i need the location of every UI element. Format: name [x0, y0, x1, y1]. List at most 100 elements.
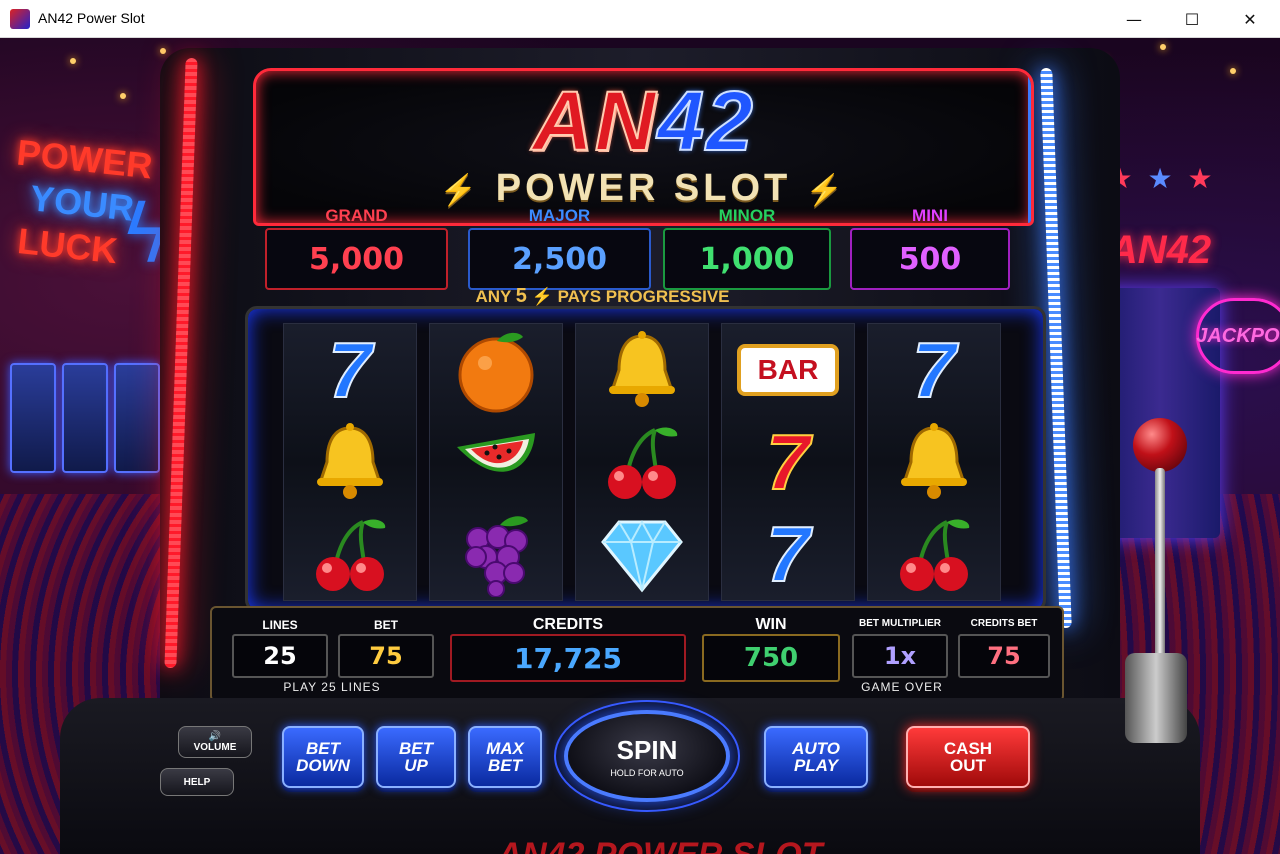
win-label: WIN	[755, 616, 787, 633]
btn-line: MAX	[486, 739, 524, 758]
minimize-button[interactable]: —	[1105, 0, 1163, 38]
maximize-button[interactable]: ☐	[1163, 0, 1221, 38]
cherry-icon	[576, 416, 708, 508]
background-slot-machines	[10, 363, 160, 473]
btn-line: PLAY	[793, 756, 839, 775]
grapes-icon	[430, 508, 562, 600]
game-scene: POWER YOUR LUCK ϟ ★ ★ ★ AN42 JACKPOT AN4…	[0, 38, 1280, 854]
app-icon	[10, 9, 30, 29]
star-icon: ★	[1187, 161, 1213, 195]
diamond-icon	[576, 508, 708, 600]
bet-up-button[interactable]: BET UP	[376, 726, 456, 788]
jackpot-neon-sign: JACKPOT	[1196, 298, 1280, 374]
jackpot-major: MAJOR 2,500	[468, 206, 651, 290]
btn-line: UP	[404, 756, 428, 775]
jackpot-value: 5,000	[265, 228, 448, 290]
ceiling-light	[160, 48, 166, 54]
reel-1: 7	[283, 323, 417, 601]
banner-number: 5	[515, 285, 527, 307]
credits-value: 17,725	[450, 634, 686, 682]
bottom-logo: AN42 POWER SLOT	[380, 836, 940, 854]
bet-value: 75	[338, 634, 434, 678]
max-bet-button[interactable]: MAX BET	[468, 726, 542, 788]
btn-line: BET	[306, 739, 340, 758]
jackpot-label: MAJOR	[528, 206, 591, 225]
play-lines-text: PLAY 25 LINES	[283, 680, 381, 694]
multiplier-label: BET MULTIPLIER	[858, 618, 942, 629]
banner-text: ANY	[475, 287, 512, 306]
jackpot-mini: MINI 500	[850, 206, 1010, 290]
cash-out-button[interactable]: CASH OUT	[906, 726, 1030, 788]
ceiling-light	[70, 58, 76, 64]
btn-line: BET	[488, 756, 522, 775]
btn-line: DOWN	[296, 756, 350, 775]
seven-red-icon: 7	[765, 417, 810, 507]
lever-base	[1125, 653, 1187, 743]
jackpot-value: 1,000	[663, 228, 831, 290]
banner-text: PAYS PROGRESSIVE	[557, 287, 730, 306]
seven-blue-icon: 7	[327, 325, 372, 415]
ceiling-light	[120, 93, 126, 99]
credits-label: CREDITS	[532, 616, 604, 633]
ceiling-light	[1230, 68, 1236, 74]
lines-value: 25	[232, 634, 328, 678]
logo-42: 42	[656, 74, 755, 168]
seven-blue-icon: 7	[765, 509, 810, 599]
credits-bet-label: CREDITS BET	[970, 618, 1038, 629]
logo-subtitle: POWER SLOT	[495, 167, 792, 209]
logo-an: AN	[531, 74, 658, 168]
orange-icon	[430, 324, 562, 416]
bolt-icon: ⚡	[439, 174, 482, 207]
lever-rod	[1155, 468, 1165, 678]
cherry-icon	[284, 508, 416, 600]
jackpot-value: 2,500	[468, 228, 651, 290]
spin-sublabel: HOLD FOR AUTO	[610, 767, 684, 778]
reel-3	[575, 323, 709, 601]
lever-knob[interactable]	[1133, 418, 1187, 472]
win-value: 750	[702, 634, 840, 682]
lines-label: LINES	[262, 618, 298, 632]
jackpot-label: MINI	[912, 206, 948, 225]
bolt-icon: ⚡	[805, 174, 848, 207]
bell-icon	[868, 416, 1000, 508]
watermelon-icon	[430, 416, 562, 508]
jackpot-label: GRAND	[325, 206, 388, 225]
reel-2	[429, 323, 563, 601]
speaker-icon: 🔊	[208, 731, 222, 742]
seven-blue-icon: 7	[911, 325, 956, 415]
bolt-icon: ⚡	[531, 287, 553, 306]
star-icon: ★	[1147, 161, 1173, 195]
btn-line: BET	[399, 739, 433, 758]
window-titlebar: AN42 Power Slot — ☐ ✕	[0, 0, 1280, 38]
game-status: GAME OVER	[861, 680, 943, 694]
bg-machine	[10, 363, 56, 473]
jackpot-grand: GRAND 5,000	[265, 206, 448, 290]
ceiling-light	[1160, 44, 1166, 50]
volume-button[interactable]: 🔊 VOLUME	[178, 726, 252, 758]
reel-4: BAR 7 7	[721, 323, 855, 601]
jackpot-value: 500	[850, 228, 1010, 290]
multiplier-value: 1x	[852, 634, 948, 678]
bg-machine	[114, 363, 160, 473]
jackpot-minor: MINOR 1,000	[663, 206, 831, 290]
reel-5: 7	[867, 323, 1001, 601]
bell-icon	[576, 324, 708, 416]
bell-icon	[284, 416, 416, 508]
btn-line: OUT	[950, 756, 986, 775]
btn-line: CASH	[943, 739, 993, 758]
help-button[interactable]: HELP	[160, 768, 234, 796]
info-panel: LINES 25 BET 75 PLAY 25 LINES CREDITS 17…	[210, 606, 1064, 702]
auto-play-button[interactable]: AUTO PLAY	[764, 726, 868, 788]
cherry-icon	[868, 508, 1000, 600]
window-title: AN42 Power Slot	[38, 10, 145, 26]
spin-button[interactable]: SPIN HOLD FOR AUTO	[564, 710, 730, 802]
progressive-banner: ANY 5 ⚡ PAYS PROGRESSIVE	[225, 285, 980, 308]
volume-label: VOLUME	[193, 742, 237, 753]
bet-down-button[interactable]: BET DOWN	[282, 726, 364, 788]
credits-bet-value: 75	[958, 634, 1050, 678]
spin-label: SPIN	[616, 734, 678, 765]
bar-icon: BAR	[722, 324, 854, 416]
close-button[interactable]: ✕	[1221, 0, 1279, 38]
btn-line: AUTO	[792, 739, 840, 758]
game-logo: AN42	[256, 78, 1031, 164]
